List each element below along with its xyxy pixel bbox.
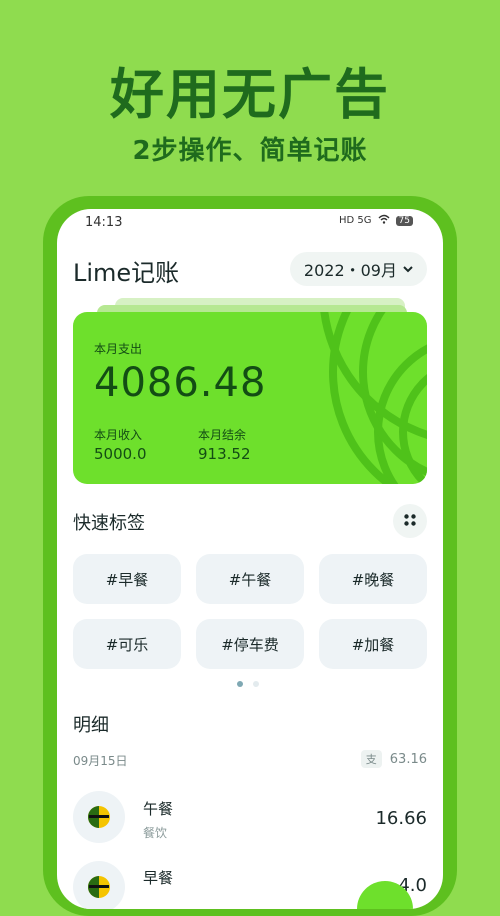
month-selector[interactable]: 2022・09月 <box>289 252 427 286</box>
day-total: 支 63.16 <box>360 750 427 768</box>
details-date: 09月15日 <box>73 754 128 768</box>
transaction-name[interactable]: 早餐 <box>143 867 173 888</box>
tag-button[interactable]: #早餐 <box>73 554 181 604</box>
network-indicator: HD 5G <box>339 215 372 226</box>
tag-button[interactable]: #停车费 <box>196 619 304 669</box>
transaction-name[interactable]: 午餐 <box>143 798 173 819</box>
tag-button[interactable]: #可乐 <box>73 619 181 669</box>
hero-subtitle: 2步操作、简单记账 <box>132 136 368 166</box>
income-label: 本月收入 <box>94 428 143 442</box>
hero-title: 好用无广告 <box>110 63 390 126</box>
month-label: 2022・09月 <box>303 261 397 280</box>
grid-icon <box>403 512 417 531</box>
phone-screen: 14:13 HD 5G 75 Lime记账 2022・09月 本月支出 4086… <box>57 209 443 909</box>
tag-button[interactable]: #晚餐 <box>319 554 427 604</box>
balance-label: 本月结余 <box>198 428 247 442</box>
income-value: 5000.0 <box>94 445 147 463</box>
transaction-category: 餐饮 <box>143 826 168 840</box>
app-title: Lime记账 <box>73 259 180 287</box>
quick-tags-title: 快速标签 <box>73 513 145 534</box>
chevron-down-icon <box>403 263 413 276</box>
day-total-value: 63.16 <box>389 751 427 767</box>
expense-badge: 支 <box>360 750 382 768</box>
expense-value: 4086.48 <box>94 360 267 406</box>
transaction-amount: 16.66 <box>375 808 427 829</box>
status-indicators: HD 5G 75 <box>339 214 413 227</box>
lunch-category-icon <box>73 791 125 843</box>
expense-label: 本月支出 <box>94 342 143 356</box>
page-dot[interactable] <box>253 681 259 687</box>
battery-icon: 75 <box>395 215 413 226</box>
details-title: 明细 <box>73 715 109 736</box>
tag-button[interactable]: #加餐 <box>319 619 427 669</box>
balance-value: 913.52 <box>198 445 251 463</box>
page-indicator[interactable] <box>237 681 259 687</box>
wifi-icon <box>378 214 390 227</box>
status-time: 14:13 <box>85 215 123 230</box>
tag-button[interactable]: #午餐 <box>196 554 304 604</box>
page-dot-active[interactable] <box>237 681 243 687</box>
breakfast-category-icon <box>73 861 125 909</box>
summary-card[interactable]: 本月支出 4086.48 本月收入 5000.0 本月结余 913.52 <box>73 312 427 484</box>
grid-menu-button[interactable] <box>393 504 427 538</box>
